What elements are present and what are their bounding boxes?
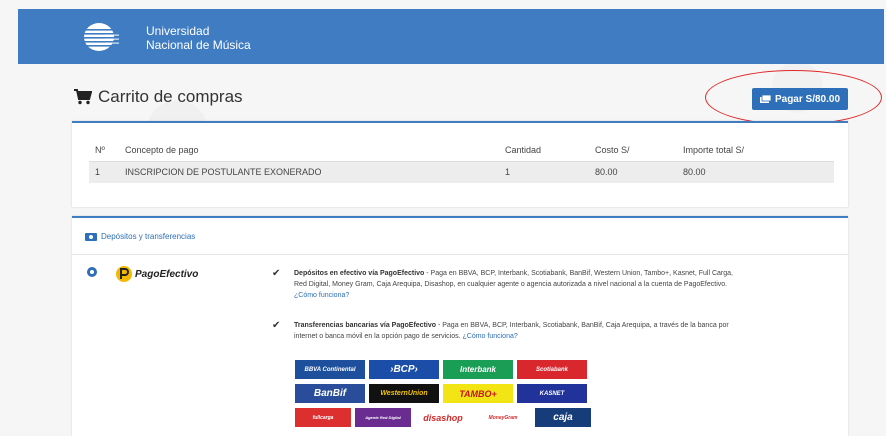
bank-logo-moneygram: MoneyGram — [475, 408, 531, 427]
payment-section-title: Depósitos y transferencias — [101, 232, 196, 241]
method-title: Depósitos en efectivo vía PagoEfectivo — [294, 270, 425, 277]
bank-name: WesternUnion — [380, 390, 428, 397]
divider — [72, 254, 848, 255]
cell-total: 80.00 — [683, 167, 706, 178]
university-logo-icon — [83, 23, 119, 51]
cart-table-header: Nº Concepto de pago Cantidad Costo S/ Im… — [89, 139, 834, 161]
bank-name: Interbank — [459, 365, 496, 374]
pagoefectivo-logo: PagoEfectivo — [116, 265, 198, 283]
bank-logo-scotiabank: Scotiabank — [517, 360, 587, 379]
cart-card: Nº Concepto de pago Cantidad Costo S/ Im… — [72, 121, 848, 207]
bank-logo-westernunion: WesternUnion — [369, 384, 439, 403]
cell-number: 1 — [95, 167, 101, 178]
bank-name: BBVA Continental — [304, 366, 356, 373]
col-total: Importe total S/ — [683, 144, 745, 155]
bank-name: BanBif — [313, 388, 347, 399]
check-icon: ✔ — [272, 320, 281, 331]
table-row: 1 INSCRIPCION DE POSTULANTE EXONERADO 1 … — [89, 161, 834, 183]
university-name[interactable]: Universidad Nacional de Música — [146, 24, 251, 52]
method-cash-deposit: ✔ Depósitos en efectivo vía PagoEfectivo… — [272, 268, 742, 301]
bank-logo-tambo: TAMBO+ — [443, 384, 513, 403]
bank-logo-disashop: disashop — [415, 408, 471, 427]
pagoefectivo-logo-icon — [116, 266, 132, 282]
bank-name: disashop — [423, 412, 463, 423]
col-concept: Concepto de pago — [125, 144, 199, 155]
site-header: Universidad Nacional de Música — [18, 9, 884, 64]
method-bank-transfer: ✔ Transferencias bancarias vía PagoEfect… — [272, 320, 742, 342]
pagoefectivo-radio[interactable] — [87, 267, 97, 277]
bank-name: ›BCP› — [390, 364, 418, 375]
cell-concept: INSCRIPCION DE POSTULANTE EXONERADO — [125, 167, 322, 178]
bank-name: KASNET — [539, 390, 565, 397]
shopping-cart-icon — [74, 89, 92, 105]
bank-name: caja — [553, 412, 573, 423]
bank-logo-caja-arequipa: caja — [535, 408, 591, 427]
payment-section-header: Depósitos y transferencias — [85, 232, 195, 241]
cell-quantity: 1 — [505, 167, 511, 178]
bank-name: MoneyGram — [488, 414, 518, 421]
pagoefectivo-name: PagoEfectivo — [135, 268, 199, 280]
bank-logo-reddigital: Agente Red Digital — [355, 408, 411, 427]
highlight-annotation — [705, 70, 882, 125]
bank-logo-kasnet: KASNET — [517, 384, 587, 403]
bank-name: fullcarga — [312, 414, 334, 421]
page-title-block: Carrito de compras — [74, 87, 243, 107]
check-icon: ✔ — [272, 268, 281, 279]
bank-name: TAMBO+ — [459, 388, 497, 399]
bank-logo-banbif: BanBif — [295, 384, 365, 403]
payment-card: Depósitos y transferencias PagoEfectivo … — [72, 216, 848, 436]
col-quantity: Cantidad — [505, 144, 542, 155]
money-bill-icon — [85, 232, 97, 241]
cell-cost: 80.00 — [595, 167, 618, 178]
col-cost: Costo S/ — [595, 144, 630, 155]
bank-name: Agente Red Digital — [365, 415, 401, 420]
bank-logo-bcp: ›BCP› — [369, 360, 439, 379]
university-name-line1: Universidad — [146, 24, 210, 38]
how-it-works-link[interactable]: ¿Cómo funciona? — [294, 292, 349, 299]
bank-logo-fullcarga: fullcarga — [295, 408, 351, 427]
bank-logo-bbva: BBVA Continental — [295, 360, 365, 379]
bank-logo-interbank: Interbank — [443, 360, 513, 379]
bank-name: Scotiabank — [535, 366, 568, 373]
university-name-line2: Nacional de Música — [146, 38, 251, 52]
page-title: Carrito de compras — [98, 87, 243, 106]
method-title: Transferencias bancarias vía PagoEfectiv… — [294, 322, 437, 329]
cart-table: Nº Concepto de pago Cantidad Costo S/ Im… — [89, 139, 834, 183]
how-it-works-link[interactable]: ¿Cómo funciona? — [463, 333, 518, 340]
col-number: Nº — [95, 144, 105, 155]
